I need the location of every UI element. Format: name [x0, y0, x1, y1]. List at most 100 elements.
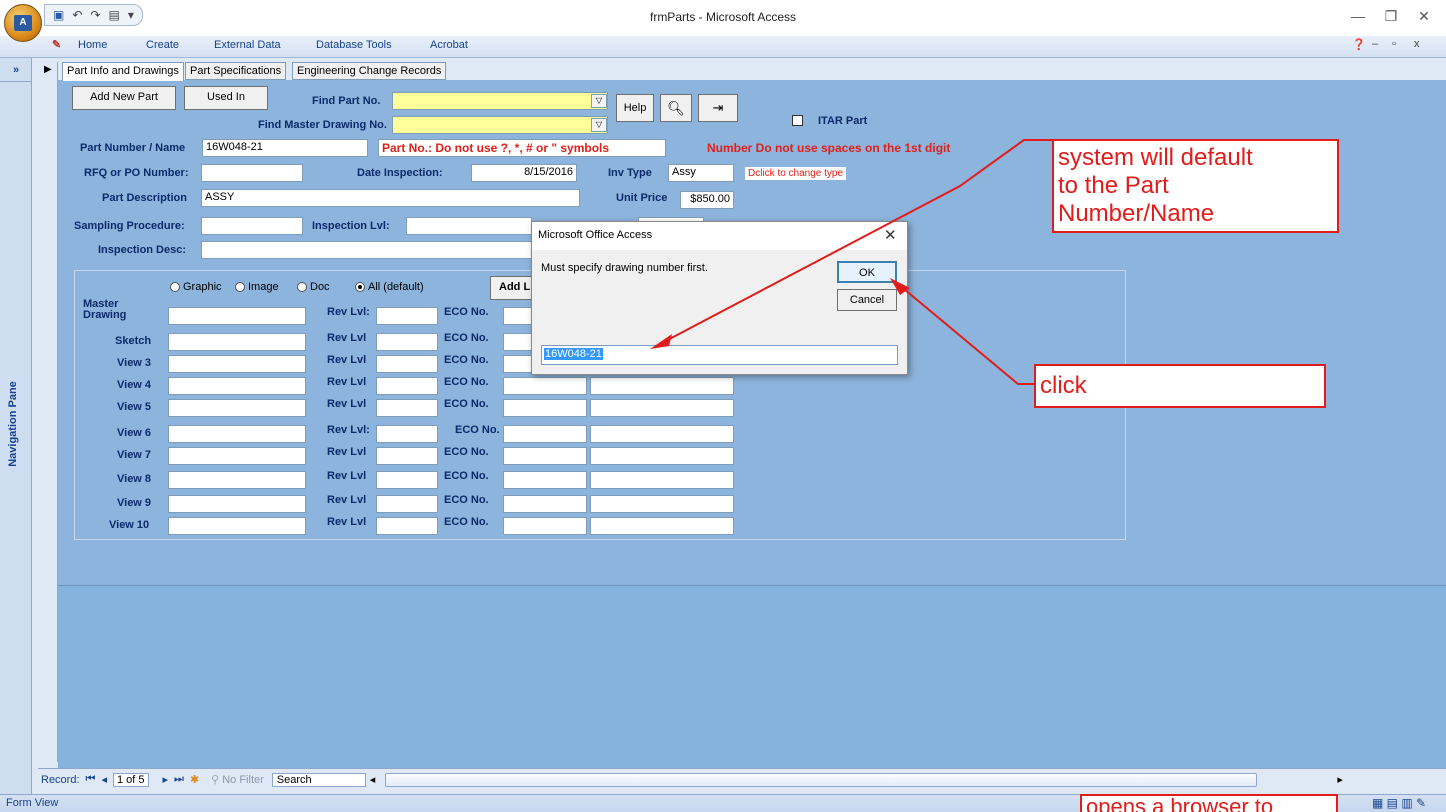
- mdi-minimize-icon[interactable]: –: [1372, 38, 1378, 50]
- search-input[interactable]: Search: [271, 772, 366, 787]
- drawing-number-field[interactable]: [168, 447, 306, 465]
- rev-lvl-field[interactable]: [376, 399, 438, 417]
- drawing-number-field[interactable]: [168, 517, 306, 535]
- chevron-down-icon[interactable]: ▽: [591, 118, 607, 132]
- radio-button-icon: [235, 282, 245, 292]
- preview-icon[interactable]: 🔍︎: [660, 94, 692, 122]
- eco-no-field[interactable]: [503, 517, 587, 535]
- title-bar: [0, 0, 1446, 36]
- last-record-icon[interactable]: ⏭: [174, 773, 184, 786]
- minimize-button[interactable]: —: [1344, 6, 1372, 26]
- unit-price-field[interactable]: $850.00: [680, 191, 734, 209]
- tab-part-info-drawings[interactable]: Part Info and Drawings: [62, 62, 184, 81]
- inv-type-field[interactable]: Assy: [668, 164, 734, 182]
- cancel-button[interactable]: Cancel: [837, 289, 897, 311]
- rev-lvl-field[interactable]: [376, 471, 438, 489]
- eco-no-field[interactable]: [503, 399, 587, 417]
- eco-no-field[interactable]: [503, 495, 587, 513]
- next-record-icon[interactable]: ▸: [163, 773, 169, 786]
- drawing-file-field[interactable]: [590, 399, 734, 417]
- used-in-button[interactable]: Used In: [184, 86, 268, 110]
- drawing-file-field[interactable]: [590, 377, 734, 395]
- drawing-number-field[interactable]: [168, 355, 306, 373]
- tab-create[interactable]: Create: [146, 39, 179, 51]
- close-button[interactable]: ✕: [1410, 6, 1438, 26]
- sampling-procedure-field[interactable]: [201, 217, 303, 235]
- rev-lvl-field[interactable]: [376, 517, 438, 535]
- add-new-part-button[interactable]: Add New Part: [72, 86, 176, 110]
- tab-engineering-change-records[interactable]: Engineering Change Records: [292, 62, 447, 80]
- help-button[interactable]: Help: [616, 94, 654, 122]
- drawing-file-field[interactable]: [590, 517, 734, 535]
- inspection-lvl-field[interactable]: [406, 217, 532, 235]
- drawing-file-field[interactable]: [590, 471, 734, 489]
- drawing-number-field[interactable]: [168, 471, 306, 489]
- eco-no-field[interactable]: [503, 425, 587, 443]
- scroll-left-icon[interactable]: ◂: [370, 773, 376, 786]
- no-filter-label[interactable]: No Filter: [222, 774, 264, 786]
- radio-image[interactable]: Image: [235, 281, 279, 293]
- dialog-input[interactable]: 16W048-21: [541, 345, 898, 365]
- drawing-number-field[interactable]: [168, 425, 306, 443]
- part-description-field[interactable]: ASSY: [201, 189, 580, 207]
- customize-dropdown-icon[interactable]: ▾: [128, 8, 134, 22]
- print-preview-icon[interactable]: ▤: [108, 8, 119, 22]
- eco-no-field[interactable]: [503, 377, 587, 395]
- part-number-field[interactable]: 16W048-21: [202, 139, 368, 157]
- rev-lvl-field[interactable]: [376, 333, 438, 351]
- drawing-number-field[interactable]: [168, 495, 306, 513]
- rev-lvl-field[interactable]: [376, 377, 438, 395]
- tab-home[interactable]: Home: [78, 39, 107, 51]
- redo-icon[interactable]: ↷: [90, 8, 100, 22]
- nav-pane-toggle-icon[interactable]: »: [0, 58, 32, 82]
- ok-button[interactable]: OK: [837, 261, 897, 283]
- rev-lvl-field[interactable]: [376, 447, 438, 465]
- previous-record-icon[interactable]: ◂: [101, 773, 107, 786]
- rev-lvl-field[interactable]: [376, 355, 438, 373]
- drawing-file-field[interactable]: [590, 495, 734, 513]
- rev-lvl-field[interactable]: [376, 425, 438, 443]
- help-icon[interactable]: ❓: [1352, 38, 1366, 51]
- eco-no-field[interactable]: [503, 447, 587, 465]
- find-drawing-combo[interactable]: [392, 116, 608, 134]
- mdi-restore-icon[interactable]: ▫: [1392, 38, 1396, 50]
- rev-lvl-field[interactable]: [376, 307, 438, 325]
- first-record-icon[interactable]: ⏮: [86, 773, 96, 786]
- rfq-field[interactable]: [201, 164, 303, 182]
- tab-part-specifications[interactable]: Part Specifications: [185, 62, 287, 80]
- nav-pane-label[interactable]: Navigation Pane: [7, 369, 19, 479]
- dclick-change-type-note[interactable]: Dclick to change type: [745, 167, 847, 180]
- mdi-close-icon[interactable]: x: [1414, 38, 1420, 50]
- rev-lvl-field[interactable]: [376, 495, 438, 513]
- drawing-number-field[interactable]: [168, 399, 306, 417]
- dialog-close-icon[interactable]: ✕: [884, 226, 897, 244]
- current-record-field[interactable]: 1 of 5: [112, 772, 149, 787]
- view-switcher-icons[interactable]: ▦ ▤ ▥ ✎: [1372, 796, 1426, 810]
- tab-external-data[interactable]: External Data: [214, 39, 281, 51]
- radio-graphic[interactable]: Graphic: [170, 281, 222, 293]
- scroll-right-icon[interactable]: ▸: [1337, 773, 1343, 786]
- radio-all-default[interactable]: All (default): [355, 281, 424, 293]
- office-button[interactable]: A: [4, 4, 42, 42]
- record-selector[interactable]: [38, 62, 58, 762]
- tab-database-tools[interactable]: Database Tools: [316, 39, 392, 51]
- drawing-file-field[interactable]: [590, 425, 734, 443]
- save-icon[interactable]: ▣: [53, 8, 64, 22]
- undo-icon[interactable]: ↶: [72, 8, 82, 22]
- drawing-number-field[interactable]: [168, 307, 306, 325]
- drawing-number-field[interactable]: [168, 377, 306, 395]
- tab-acrobat[interactable]: Acrobat: [430, 39, 468, 51]
- find-part-combo[interactable]: [392, 92, 608, 110]
- eco-no-field[interactable]: [503, 471, 587, 489]
- drawing-file-field[interactable]: [590, 447, 734, 465]
- horizontal-scrollbar-thumb[interactable]: [385, 772, 1258, 787]
- chevron-down-icon[interactable]: ▽: [591, 94, 607, 108]
- inspection-desc-field[interactable]: [201, 241, 533, 259]
- restore-button[interactable]: ❐: [1377, 6, 1405, 26]
- date-inspection-field[interactable]: 8/15/2016: [471, 164, 577, 182]
- radio-doc[interactable]: Doc: [297, 281, 330, 293]
- exit-icon[interactable]: ⇥: [698, 94, 738, 122]
- itar-checkbox[interactable]: [792, 115, 803, 126]
- drawing-number-field[interactable]: [168, 333, 306, 351]
- new-record-icon[interactable]: ✱: [190, 773, 199, 786]
